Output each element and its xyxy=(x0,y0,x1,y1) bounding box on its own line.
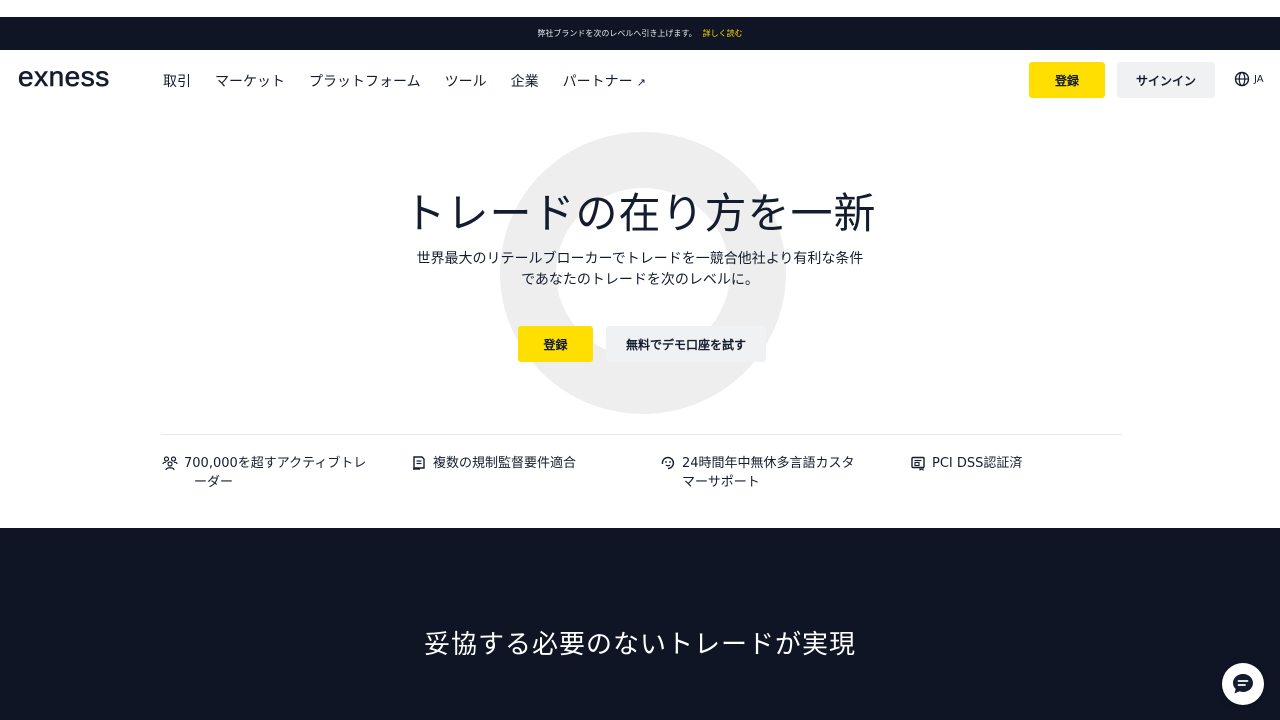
users-icon xyxy=(162,456,178,471)
hero-subtitle-line1: 世界最大のリテールブローカーでトレードを一競合他社より有利な条件 xyxy=(416,251,864,267)
language-selector[interactable]: JA xyxy=(1234,71,1264,87)
feature-line: 24時間年中無休多言語カスタ xyxy=(682,456,855,471)
nav-item-company[interactable]: 企業 xyxy=(511,71,539,91)
hero-subtitle: 世界最大のリテールブローカーでトレードを一競合他社より有利な条件 であなたのトレ… xyxy=(340,249,940,291)
card-icon xyxy=(911,456,925,471)
feature-line: 700,000を超すアクティブトレ xyxy=(184,456,367,471)
divider xyxy=(161,434,1122,435)
hero-title: トレードの在り方を一新 xyxy=(403,189,877,238)
external-arrow-icon: ↗ xyxy=(636,76,646,89)
hero-subtitle-line2: であなたのトレードを次のレベルに。 xyxy=(521,272,759,288)
nav-item-partners[interactable]: パートナー ↗ xyxy=(563,71,646,91)
nav-item-markets[interactable]: マーケット xyxy=(215,71,285,91)
nav-item-trading[interactable]: 取引 xyxy=(163,71,191,91)
signin-button[interactable]: サインイン xyxy=(1117,62,1215,98)
nav-item-platforms[interactable]: プラットフォーム xyxy=(309,71,421,91)
top-strip xyxy=(0,0,1280,17)
promo-read-more-link[interactable]: 詳しく読む xyxy=(703,28,743,39)
feature-text: 24時間年中無休多言語カスタ マーサポート xyxy=(682,454,855,492)
feature-text: 複数の規制監督要件適合 xyxy=(433,454,576,473)
feature-text: PCI DSS認証済 xyxy=(932,454,1022,473)
chat-icon xyxy=(1233,674,1253,694)
nav-item-partners-label: パートナー xyxy=(562,74,633,90)
nav-item-tools[interactable]: ツール xyxy=(445,71,487,91)
feature-support: 24時間年中無休多言語カスタ マーサポート xyxy=(660,454,855,492)
feature-pci-dss: PCI DSS認証済 xyxy=(910,454,1022,473)
headset-icon xyxy=(661,456,675,470)
feature-active-traders: 700,000を超すアクティブトレ ーダー xyxy=(162,454,366,492)
feature-text: 700,000を超すアクティブトレ ーダー xyxy=(184,454,366,492)
language-label: JA xyxy=(1254,73,1264,85)
feature-line: 複数の規制監督要件適合 xyxy=(433,456,577,471)
chat-button[interactable] xyxy=(1222,663,1264,705)
promo-text: 弊社ブランドを次のレベルへ引き上げます。 xyxy=(537,29,697,38)
navbar: exness 取引 マーケット プラットフォーム ツール 企業 パートナー ↗ 登… xyxy=(0,50,1280,110)
demo-account-button[interactable]: 無料でデモ口座を試す xyxy=(606,326,766,362)
feature-regulation: 複数の規制監督要件適合 xyxy=(411,454,576,473)
document-icon xyxy=(413,456,425,470)
hero-register-button[interactable]: 登録 xyxy=(518,326,593,362)
main-nav: 取引 マーケット プラットフォーム ツール 企業 パートナー ↗ xyxy=(163,71,646,91)
exness-logo[interactable]: exness xyxy=(18,61,110,93)
feature-line: ーダー xyxy=(194,475,234,490)
feature-line: PCI DSS認証済 xyxy=(932,456,1023,471)
globe-icon xyxy=(1234,71,1250,87)
register-button[interactable]: 登録 xyxy=(1029,62,1105,98)
section-title: 妥協する必要のないトレードが実現 xyxy=(423,630,856,660)
promo-bar: 弊社ブランドを次のレベルへ引き上げます。 詳しく読む xyxy=(0,17,1280,50)
feature-line: マーサポート xyxy=(682,475,760,490)
